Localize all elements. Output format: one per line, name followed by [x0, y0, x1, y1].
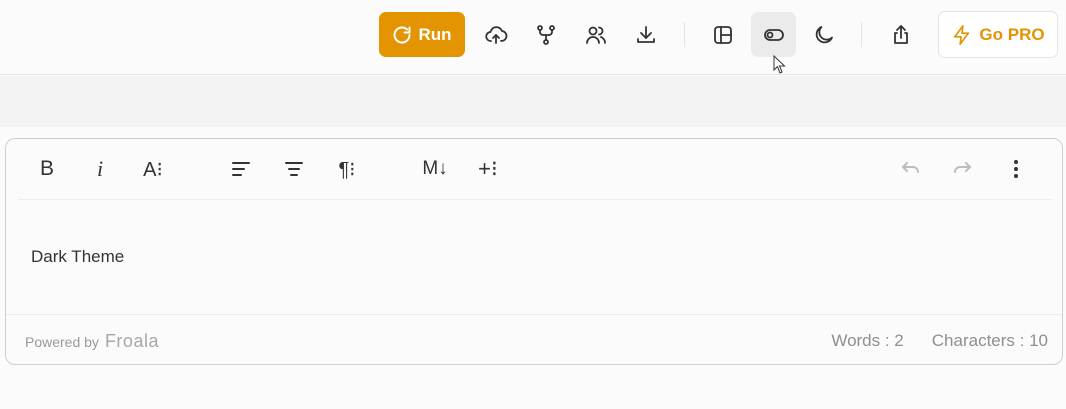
moon-icon — [815, 25, 833, 43]
download-button[interactable] — [623, 12, 668, 57]
more-vertical-icon — [1014, 160, 1018, 178]
editor-toolbar: B i A⁝ ¶⁝ M↓ +⁝ — [18, 139, 1052, 200]
mouse-cursor-icon — [773, 55, 786, 74]
font-size-label: A⁝ — [143, 158, 163, 181]
redo-button[interactable] — [945, 151, 981, 187]
layout-icon — [713, 25, 732, 44]
toolbar-divider — [861, 22, 862, 47]
paragraph-label: ¶⁝ — [338, 158, 356, 181]
italic-label: i — [96, 156, 104, 181]
align-left-icon — [232, 162, 250, 176]
dark-mode-button[interactable] — [801, 12, 846, 57]
share-icon — [893, 24, 908, 44]
fork-button[interactable] — [523, 12, 568, 57]
refresh-icon — [394, 26, 411, 43]
upload-button[interactable] — [473, 12, 518, 57]
go-pro-label: Go PRO — [979, 24, 1045, 44]
italic-button[interactable]: i — [82, 151, 118, 187]
editor-content[interactable]: Dark Theme — [31, 247, 124, 267]
undo-button[interactable] — [892, 151, 928, 187]
align-left-button[interactable] — [223, 151, 259, 187]
download-icon — [636, 25, 655, 43]
rich-text-editor: B i A⁝ ¶⁝ M↓ +⁝ Dark Theme Powered by Fr… — [5, 138, 1063, 365]
powered-by-label: Powered by — [25, 334, 99, 350]
undo-icon — [901, 162, 919, 173]
users-icon — [585, 26, 606, 44]
markdown-button[interactable]: M↓ — [417, 151, 453, 187]
collaborate-button[interactable] — [573, 12, 618, 57]
insert-label: +⁝ — [478, 156, 498, 181]
word-count: Words : 2 — [831, 331, 904, 350]
more-options-button[interactable] — [998, 151, 1034, 187]
gray-band — [0, 76, 1066, 127]
bold-button[interactable]: B — [29, 151, 65, 187]
run-button[interactable]: Run — [379, 12, 465, 57]
counts: Words : 2 Characters : 10 — [831, 331, 1048, 351]
go-pro-button[interactable]: Go PRO — [938, 11, 1058, 58]
toolbar-divider — [684, 22, 685, 47]
top-toolbar: Run Go PRO — [0, 0, 1066, 75]
bold-label: B — [39, 157, 54, 180]
powered-by[interactable]: Powered by Froala — [25, 331, 159, 352]
layout-button[interactable] — [700, 12, 745, 57]
upload-cloud-icon — [484, 25, 507, 44]
character-count: Characters : 10 — [931, 331, 1048, 350]
fork-icon — [536, 24, 555, 45]
toggle-icon — [763, 28, 784, 41]
insert-button[interactable]: +⁝ — [470, 151, 506, 187]
editor-footer: Powered by Froala Words : 2 Characters :… — [6, 314, 1062, 365]
font-size-button[interactable]: A⁝ — [135, 151, 171, 187]
align-center-button[interactable] — [276, 151, 312, 187]
markdown-label: M↓ — [422, 158, 448, 179]
paragraph-button[interactable]: ¶⁝ — [329, 151, 365, 187]
toggle-theme-button[interactable] — [751, 12, 796, 57]
run-label: Run — [418, 24, 452, 44]
froala-logo: Froala — [104, 331, 159, 351]
redo-icon — [954, 162, 972, 173]
share-button[interactable] — [878, 12, 923, 57]
align-center-icon — [285, 162, 303, 176]
lightning-icon — [954, 24, 970, 45]
